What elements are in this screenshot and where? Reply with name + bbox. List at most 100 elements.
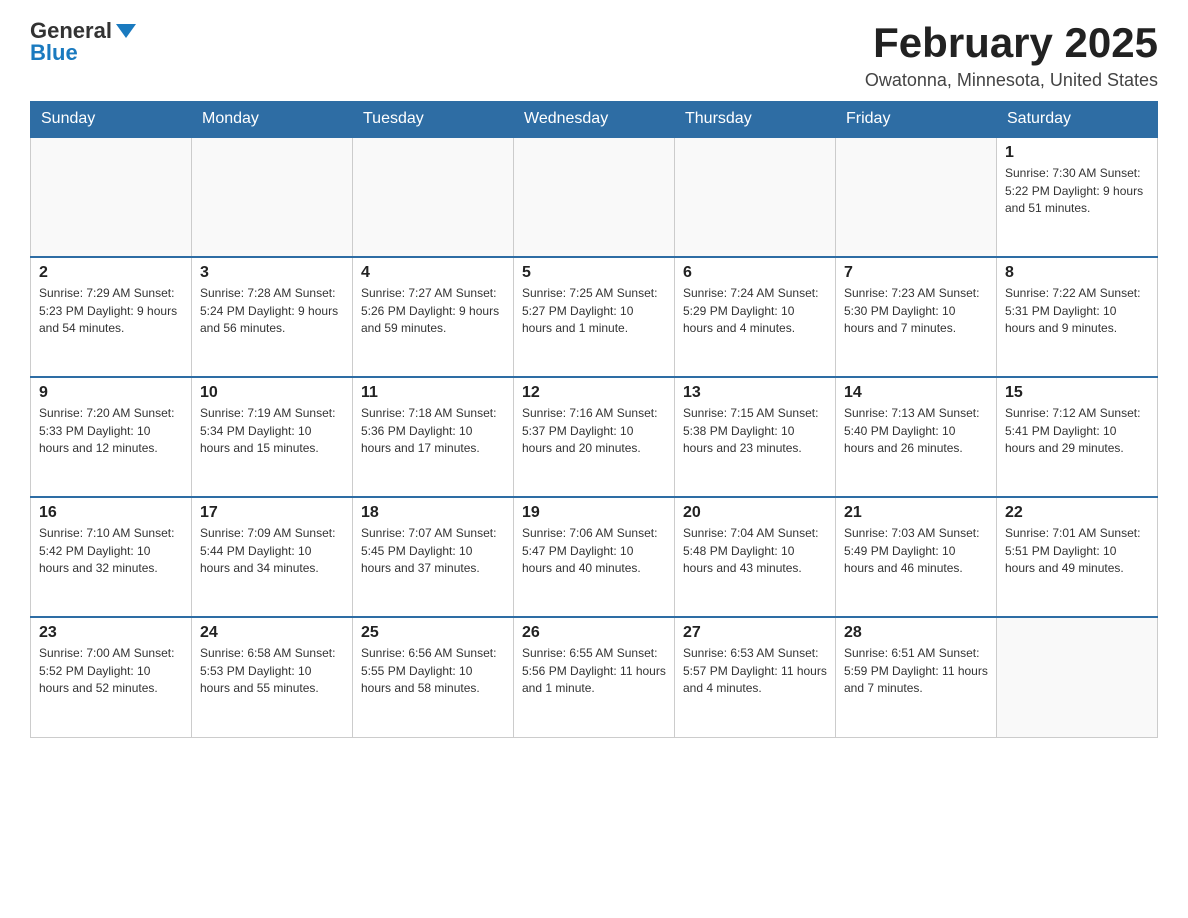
calendar-cell — [353, 137, 514, 257]
day-info: Sunrise: 7:25 AM Sunset: 5:27 PM Dayligh… — [522, 285, 666, 337]
day-info: Sunrise: 6:51 AM Sunset: 5:59 PM Dayligh… — [844, 645, 988, 697]
day-number: 26 — [522, 624, 666, 642]
day-info: Sunrise: 7:13 AM Sunset: 5:40 PM Dayligh… — [844, 405, 988, 457]
day-number: 10 — [200, 384, 344, 402]
calendar-cell: 2Sunrise: 7:29 AM Sunset: 5:23 PM Daylig… — [31, 257, 192, 377]
month-title: February 2025 — [865, 20, 1158, 66]
day-number: 2 — [39, 264, 183, 282]
day-number: 24 — [200, 624, 344, 642]
day-number: 9 — [39, 384, 183, 402]
calendar-weekday-wednesday: Wednesday — [514, 102, 675, 138]
calendar-weekday-monday: Monday — [192, 102, 353, 138]
calendar-cell: 7Sunrise: 7:23 AM Sunset: 5:30 PM Daylig… — [836, 257, 997, 377]
logo-triangle-icon — [116, 24, 136, 38]
day-info: Sunrise: 6:53 AM Sunset: 5:57 PM Dayligh… — [683, 645, 827, 697]
day-info: Sunrise: 7:20 AM Sunset: 5:33 PM Dayligh… — [39, 405, 183, 457]
calendar-cell: 11Sunrise: 7:18 AM Sunset: 5:36 PM Dayli… — [353, 377, 514, 497]
calendar-cell — [514, 137, 675, 257]
day-info: Sunrise: 7:18 AM Sunset: 5:36 PM Dayligh… — [361, 405, 505, 457]
day-info: Sunrise: 7:04 AM Sunset: 5:48 PM Dayligh… — [683, 525, 827, 577]
day-info: Sunrise: 7:10 AM Sunset: 5:42 PM Dayligh… — [39, 525, 183, 577]
calendar-cell: 27 Sunrise: 6:53 AM Sunset: 5:57 PM Dayli… — [675, 617, 836, 737]
day-number: 21 — [844, 504, 988, 522]
day-number: 3 — [200, 264, 344, 282]
day-info: Sunrise: 7:24 AM Sunset: 5:29 PM Dayligh… — [683, 285, 827, 337]
calendar-weekday-friday: Friday — [836, 102, 997, 138]
location-subtitle: Owatonna, Minnesota, United States — [865, 70, 1158, 91]
logo-blue-text: Blue — [30, 42, 78, 64]
day-info: Sunrise: 7:12 AM Sunset: 5:41 PM Dayligh… — [1005, 405, 1149, 457]
day-number: 18 — [361, 504, 505, 522]
day-info: Sunrise: 7:22 AM Sunset: 5:31 PM Dayligh… — [1005, 285, 1149, 337]
calendar-week-row-4: 16 Sunrise: 7:10 AM Sunset: 5:42 PM Dayli… — [31, 497, 1158, 617]
calendar-cell: 24 Sunrise: 6:58 AM Sunset: 5:53 PM Dayli… — [192, 617, 353, 737]
calendar-cell: 14 Sunrise: 7:13 AM Sunset: 5:40 PM Dayli… — [836, 377, 997, 497]
calendar-cell: 18 Sunrise: 7:07 AM Sunset: 5:45 PM Dayli… — [353, 497, 514, 617]
day-number: 16 — [39, 504, 183, 522]
day-number: 15 — [1005, 384, 1149, 402]
day-info: Sunrise: 6:56 AM Sunset: 5:55 PM Dayligh… — [361, 645, 505, 697]
day-number: 25 — [361, 624, 505, 642]
day-number: 4 — [361, 264, 505, 282]
day-number: 22 — [1005, 504, 1149, 522]
calendar-week-row-1: 1 Sunrise: 7:30 AM Sunset: 5:22 PM Daylig… — [31, 137, 1158, 257]
calendar-cell: 28Sunrise: 6:51 AM Sunset: 5:59 PM Dayli… — [836, 617, 997, 737]
day-info: Sunrise: 7:15 AM Sunset: 5:38 PM Dayligh… — [683, 405, 827, 457]
calendar-weekday-tuesday: Tuesday — [353, 102, 514, 138]
calendar-cell — [997, 617, 1158, 737]
day-info: Sunrise: 7:01 AM Sunset: 5:51 PM Dayligh… — [1005, 525, 1149, 577]
calendar-cell: 1 Sunrise: 7:30 AM Sunset: 5:22 PM Daylig… — [997, 137, 1158, 257]
day-number: 14 — [844, 384, 988, 402]
calendar-cell: 4 Sunrise: 7:27 AM Sunset: 5:26 PM Daylig… — [353, 257, 514, 377]
calendar-cell — [192, 137, 353, 257]
calendar-cell: 9 Sunrise: 7:20 AM Sunset: 5:33 PM Daylig… — [31, 377, 192, 497]
calendar-header-row: SundayMondayTuesdayWednesdayThursdayFrid… — [31, 102, 1158, 138]
calendar-cell — [836, 137, 997, 257]
day-info: Sunrise: 6:58 AM Sunset: 5:53 PM Dayligh… — [200, 645, 344, 697]
calendar-weekday-saturday: Saturday — [997, 102, 1158, 138]
calendar-cell: 25 Sunrise: 6:56 AM Sunset: 5:55 PM Dayli… — [353, 617, 514, 737]
calendar-cell: 22 Sunrise: 7:01 AM Sunset: 5:51 PM Dayli… — [997, 497, 1158, 617]
calendar-cell: 26Sunrise: 6:55 AM Sunset: 5:56 PM Dayli… — [514, 617, 675, 737]
day-info: Sunrise: 7:23 AM Sunset: 5:30 PM Dayligh… — [844, 285, 988, 337]
calendar-cell: 13 Sunrise: 7:15 AM Sunset: 5:38 PM Dayli… — [675, 377, 836, 497]
day-info: Sunrise: 7:27 AM Sunset: 5:26 PM Dayligh… — [361, 285, 505, 337]
calendar-table: SundayMondayTuesdayWednesdayThursdayFrid… — [30, 101, 1158, 738]
calendar-cell: 15 Sunrise: 7:12 AM Sunset: 5:41 PM Dayli… — [997, 377, 1158, 497]
calendar-weekday-sunday: Sunday — [31, 102, 192, 138]
calendar-cell: 12 Sunrise: 7:16 AM Sunset: 5:37 PM Dayli… — [514, 377, 675, 497]
day-info: Sunrise: 7:16 AM Sunset: 5:37 PM Dayligh… — [522, 405, 666, 457]
day-info: Sunrise: 7:06 AM Sunset: 5:47 PM Dayligh… — [522, 525, 666, 577]
calendar-cell — [31, 137, 192, 257]
calendar-cell: 17 Sunrise: 7:09 AM Sunset: 5:44 PM Dayli… — [192, 497, 353, 617]
day-number: 1 — [1005, 144, 1149, 162]
day-info: Sunrise: 7:03 AM Sunset: 5:49 PM Dayligh… — [844, 525, 988, 577]
day-info: Sunrise: 7:00 AM Sunset: 5:52 PM Dayligh… — [39, 645, 183, 697]
calendar-cell: 19Sunrise: 7:06 AM Sunset: 5:47 PM Dayli… — [514, 497, 675, 617]
calendar-cell: 10Sunrise: 7:19 AM Sunset: 5:34 PM Dayli… — [192, 377, 353, 497]
day-info: Sunrise: 7:09 AM Sunset: 5:44 PM Dayligh… — [200, 525, 344, 577]
day-number: 27 — [683, 624, 827, 642]
day-number: 17 — [200, 504, 344, 522]
calendar-week-row-5: 23 Sunrise: 7:00 AM Sunset: 5:52 PM Dayli… — [31, 617, 1158, 737]
calendar-cell — [675, 137, 836, 257]
title-area: February 2025 Owatonna, Minnesota, Unite… — [865, 20, 1158, 91]
calendar-cell: 5 Sunrise: 7:25 AM Sunset: 5:27 PM Daylig… — [514, 257, 675, 377]
day-info: Sunrise: 7:07 AM Sunset: 5:45 PM Dayligh… — [361, 525, 505, 577]
day-number: 6 — [683, 264, 827, 282]
calendar-cell: 16 Sunrise: 7:10 AM Sunset: 5:42 PM Dayli… — [31, 497, 192, 617]
page-header: General Blue February 2025 Owatonna, Min… — [30, 20, 1158, 91]
day-number: 12 — [522, 384, 666, 402]
calendar-cell: 23 Sunrise: 7:00 AM Sunset: 5:52 PM Dayli… — [31, 617, 192, 737]
logo: General Blue — [30, 20, 136, 64]
logo-general-text: General — [30, 20, 112, 42]
calendar-weekday-thursday: Thursday — [675, 102, 836, 138]
day-number: 5 — [522, 264, 666, 282]
calendar-cell: 3Sunrise: 7:28 AM Sunset: 5:24 PM Daylig… — [192, 257, 353, 377]
day-number: 23 — [39, 624, 183, 642]
day-info: Sunrise: 7:30 AM Sunset: 5:22 PM Dayligh… — [1005, 165, 1149, 217]
calendar-week-row-3: 9 Sunrise: 7:20 AM Sunset: 5:33 PM Daylig… — [31, 377, 1158, 497]
day-number: 13 — [683, 384, 827, 402]
calendar-week-row-2: 2Sunrise: 7:29 AM Sunset: 5:23 PM Daylig… — [31, 257, 1158, 377]
day-number: 8 — [1005, 264, 1149, 282]
